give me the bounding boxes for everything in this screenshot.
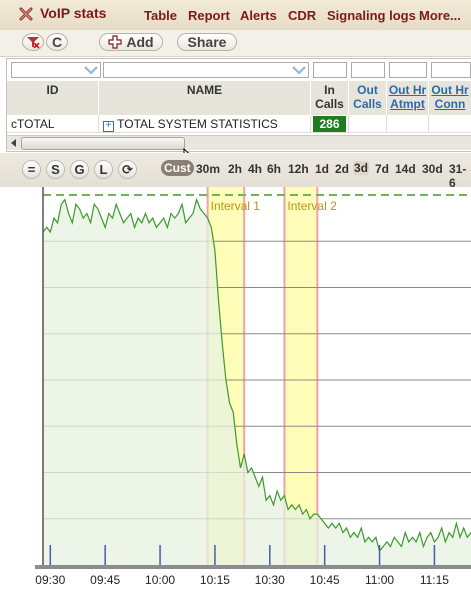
out-hr-atmpt-filter-input[interactable] [389, 62, 427, 78]
range-cust[interactable]: Cust [161, 160, 194, 176]
refresh-icon[interactable]: ⟳ [118, 160, 137, 179]
range-14d[interactable]: 14d [395, 162, 416, 176]
chevron-down-icon [292, 66, 306, 74]
column-header-name[interactable]: NAME [99, 81, 311, 115]
app-title: VoIP stats [40, 5, 107, 21]
x-tick-label: 11:15 [420, 573, 449, 587]
c-button[interactable]: C [46, 33, 68, 51]
range-4h[interactable]: 4h [248, 162, 262, 176]
share-button[interactable]: Share [177, 33, 237, 51]
range-1d[interactable]: 1d [315, 162, 329, 176]
range-3d[interactable]: 3d [353, 161, 370, 175]
interval-band-label: Interval 1 [211, 199, 261, 213]
clear-filter-button[interactable] [22, 33, 44, 51]
toolbar: C Add Share [0, 30, 471, 57]
scrollbar-thumb[interactable] [21, 137, 185, 150]
out-calls-cell [349, 115, 387, 133]
x-axis-bar [35, 565, 471, 569]
menu-more[interactable]: More... [419, 8, 461, 23]
plus-icon [108, 35, 122, 49]
range-12h[interactable]: 12h [288, 162, 309, 176]
menu-report[interactable]: Report [188, 8, 230, 23]
column-header-out-hr-conn[interactable]: Out Hr Conn [429, 81, 471, 115]
out-hr-conn-cell [429, 115, 471, 133]
menu-alerts[interactable]: Alerts [240, 8, 277, 23]
x-tick-label: 09:30 [35, 573, 65, 587]
menu-table[interactable]: Table [144, 8, 177, 23]
menu-signaling-logs[interactable]: Signaling logs [327, 8, 416, 23]
range-30m[interactable]: 30m [196, 162, 220, 176]
in-calls-filter-input[interactable] [313, 62, 347, 78]
interval-band-label: Interval 2 [287, 199, 337, 213]
add-label: Add [126, 34, 154, 50]
x-tick-label: 10:00 [145, 573, 175, 587]
chart-g-button[interactable]: G [70, 160, 89, 179]
chevron-down-icon [84, 66, 98, 74]
chart-l-button[interactable]: L [94, 160, 113, 179]
in-calls-value: 286 [313, 116, 346, 132]
row-name-cell[interactable]: + TOTAL SYSTEM STATISTICS [99, 115, 311, 133]
add-button[interactable]: Add [99, 33, 163, 51]
out-hr-conn-filter-input[interactable] [431, 62, 471, 78]
x-tick-label: 10:30 [255, 573, 285, 587]
range-31-6[interactable]: 31-6 [449, 162, 471, 190]
column-header-out-hr-atmpt[interactable]: Out Hr Atmpt [387, 81, 429, 115]
stats-table: ID NAME In Calls Out Calls Out Hr Atmpt … [6, 58, 471, 152]
chart-equal-button[interactable]: = [22, 160, 41, 179]
range-30d[interactable]: 30d [422, 162, 443, 176]
close-icon[interactable] [18, 6, 34, 22]
name-filter-select[interactable] [103, 62, 309, 78]
range-2h[interactable]: 2h [228, 162, 242, 176]
column-header-id[interactable]: ID [7, 81, 99, 115]
range-7d[interactable]: 7d [375, 162, 389, 176]
scroll-left-icon[interactable] [9, 138, 19, 148]
filter-clear-icon [27, 37, 40, 49]
out-calls-filter-input[interactable] [351, 62, 385, 78]
chart-panel: = S G L ⟳ Cust 30m 2h 4h 6h 12h 1d 2d 3d… [0, 153, 471, 597]
app-header: VoIP stats Table Report Alerts CDR Signa… [0, 0, 471, 31]
id-filter-select[interactable] [11, 62, 101, 78]
calls-chart[interactable]: Interval 1 Interval 2 09:30 09:45 10:00 10:1… [0, 187, 471, 597]
row-id-cell: cTOTAL [7, 115, 99, 133]
menu-cdr[interactable]: CDR [288, 8, 316, 23]
x-tick-label: 10:45 [310, 573, 340, 587]
expand-icon[interactable]: + [103, 121, 114, 132]
x-tick-label: 09:45 [90, 573, 120, 587]
range-6h[interactable]: 6h [267, 162, 281, 176]
horizontal-scrollbar[interactable] [7, 135, 471, 150]
x-tick-label: 11:00 [365, 573, 394, 587]
column-header-in-calls[interactable]: In Calls [311, 81, 349, 115]
chart-s-button[interactable]: S [46, 160, 65, 179]
range-2d[interactable]: 2d [335, 162, 349, 176]
column-header-out-calls[interactable]: Out Calls [349, 81, 387, 115]
out-hr-atmpt-cell [387, 115, 429, 133]
row-name-label: TOTAL SYSTEM STATISTICS [117, 117, 278, 131]
x-tick-label: 10:15 [200, 573, 230, 587]
in-calls-cell[interactable]: 286 [311, 115, 349, 133]
